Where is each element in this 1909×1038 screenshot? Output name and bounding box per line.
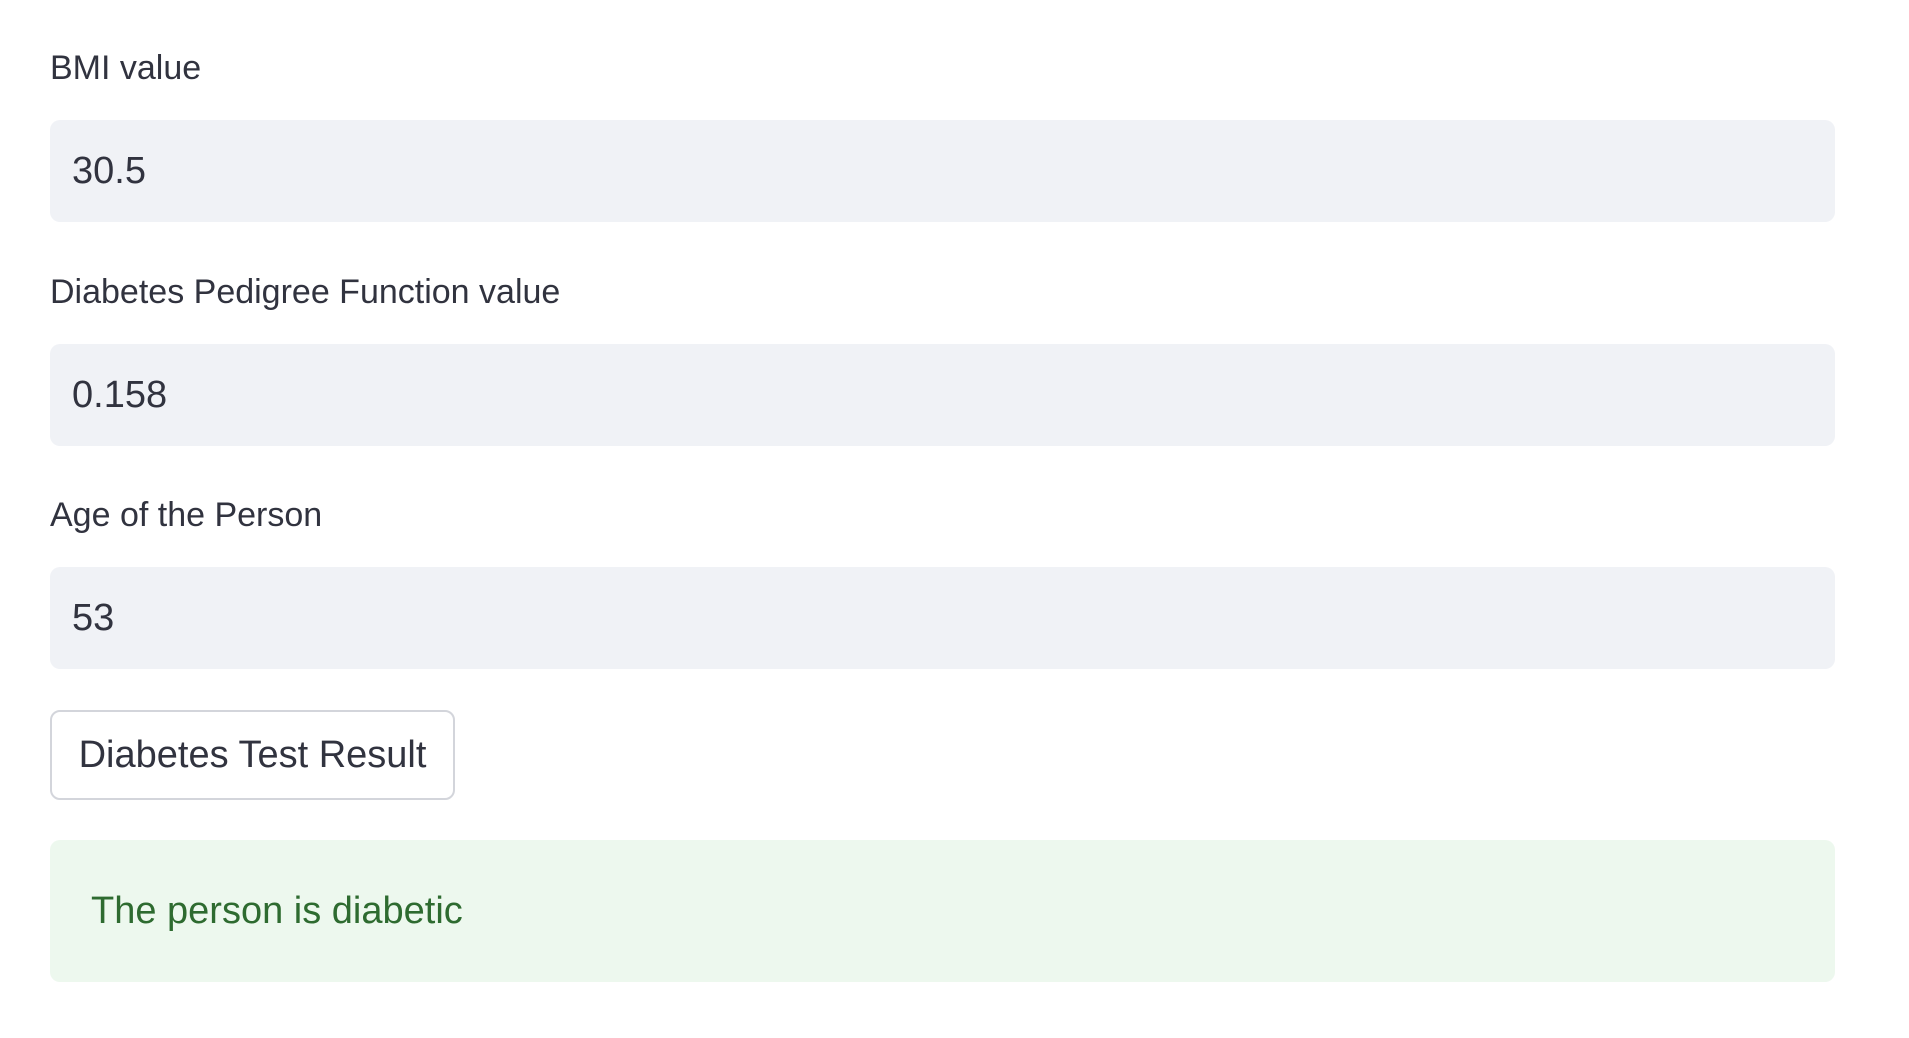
age-input[interactable] xyxy=(50,567,1835,669)
age-label: Age of the Person xyxy=(50,496,323,534)
diabetes-pedigree-label: Diabetes Pedigree Function value xyxy=(50,273,561,311)
diabetes-test-result-button[interactable]: Diabetes Test Result xyxy=(50,710,455,800)
result-success-alert: The person is diabetic xyxy=(50,840,1835,982)
result-message: The person is diabetic xyxy=(91,889,463,932)
bmi-label: BMI value xyxy=(50,49,202,87)
bmi-input[interactable] xyxy=(50,120,1835,222)
diabetes-pedigree-input[interactable] xyxy=(50,344,1835,446)
